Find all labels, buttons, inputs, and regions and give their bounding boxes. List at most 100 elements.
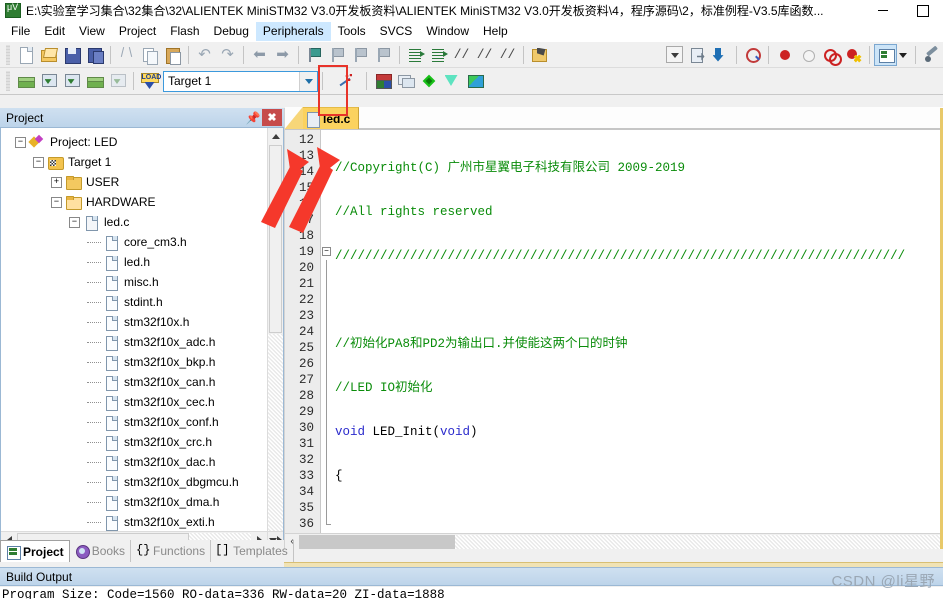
tree-item-stm32f10x-adc-h[interactable]: stm32f10x_adc.h [1, 332, 283, 352]
uncomment-button[interactable]: // [473, 44, 496, 66]
tree-expander[interactable]: + [51, 176, 62, 188]
configure-target-button[interactable] [686, 44, 709, 66]
tree-item-stm32f10x-dma-h[interactable]: stm32f10x_dma.h [1, 492, 283, 512]
new-file-button[interactable] [14, 44, 37, 66]
indent-button[interactable] [404, 44, 427, 66]
fold-toggle[interactable]: − [321, 244, 335, 260]
menu-file[interactable]: File [4, 22, 37, 41]
code-fold-column[interactable]: − [321, 130, 335, 533]
batch-build-button[interactable] [83, 70, 106, 92]
tree-item-core-cm3-h[interactable]: core_cm3.h [1, 232, 283, 252]
code-view[interactable]: 12 13 14 15 16 17 18 19 20 21 22 23 24 2… [285, 130, 943, 533]
project-tree[interactable]: − Project: LED − Target 1 + USER − HARDW… [0, 128, 284, 549]
copy-button[interactable] [138, 44, 161, 66]
redo-button[interactable]: ↷ [216, 44, 239, 66]
debug-session-button[interactable] [371, 70, 394, 92]
scrollbar-track[interactable] [455, 534, 943, 549]
tree-expander[interactable]: − [15, 136, 26, 148]
debug-restore-button[interactable] [463, 70, 486, 92]
find-in-files-button[interactable] [741, 44, 764, 66]
tab-templates[interactable]: [] Templates [211, 540, 294, 562]
bookmark-file-button[interactable] [528, 44, 551, 66]
open-file-button[interactable] [37, 44, 60, 66]
previous-bookmark-button[interactable] [326, 44, 349, 66]
manage-components-button[interactable] [874, 43, 897, 66]
disable-breakpoint-button[interactable] [796, 44, 819, 66]
manage-components-dropdown[interactable] [897, 44, 911, 66]
tree-item-project-led[interactable]: − Project: LED [1, 132, 283, 152]
tree-item-led-h[interactable]: led.h [1, 252, 283, 272]
tree-item-stdint-h[interactable]: stdint.h [1, 292, 283, 312]
start-debug-button[interactable] [417, 70, 440, 92]
configuration-wizard-button[interactable] [920, 44, 943, 66]
menu-svcs[interactable]: SVCS [373, 22, 420, 41]
minimize-button[interactable] [863, 0, 903, 22]
pin-icon[interactable]: 📌 [244, 109, 262, 127]
options-for-target-button[interactable] [333, 70, 356, 92]
navigate-backward-button[interactable]: ⬅ [248, 44, 271, 66]
download-button[interactable] [709, 44, 732, 66]
close-icon[interactable]: ✖ [262, 109, 282, 126]
code-text[interactable]: //Copyright(C) 广州市星翼电子科技有限公司 2009-2019 /… [335, 130, 943, 533]
tree-item-stm32f10x-conf-h[interactable]: stm32f10x_conf.h [1, 412, 283, 432]
tree-expander[interactable]: − [69, 216, 80, 228]
editor-horizontal-scrollbar[interactable]: ‹ [285, 533, 943, 549]
menu-help[interactable]: Help [476, 22, 515, 41]
toolbar-grip-icon[interactable] [6, 71, 10, 91]
build-button[interactable] [37, 70, 60, 92]
clear-bookmarks-button[interactable] [372, 44, 395, 66]
tree-item-stm32f10x-dbgmcu-h[interactable]: stm32f10x_dbgmcu.h [1, 472, 283, 492]
toolbar-dropdown-button[interactable] [663, 44, 686, 66]
navigate-forward-button[interactable]: ➡ [271, 44, 294, 66]
tab-led-c[interactable]: led.c [303, 107, 360, 129]
load-button[interactable]: LOAD [138, 70, 161, 92]
target-select[interactable]: Target 1 [163, 70, 318, 92]
menu-flash[interactable]: Flash [163, 22, 206, 41]
menu-debug[interactable]: Debug [207, 22, 256, 41]
toolbar-grip-icon[interactable] [6, 44, 10, 65]
menu-tools[interactable]: Tools [331, 22, 373, 41]
chevron-down-icon[interactable] [299, 71, 317, 91]
manage-windows-button[interactable] [394, 70, 417, 92]
menu-peripherals[interactable]: Peripherals [255, 22, 331, 41]
tree-expander[interactable]: − [33, 156, 44, 168]
clear-all-bookmarks-button[interactable]: // [496, 44, 519, 66]
outdent-button[interactable] [427, 44, 450, 66]
scroll-up-icon[interactable] [268, 128, 283, 144]
menu-edit[interactable]: Edit [37, 22, 72, 41]
disable-all-breakpoints-button[interactable] [819, 44, 842, 66]
stop-debug-button[interactable] [440, 70, 463, 92]
menu-project[interactable]: Project [112, 22, 163, 41]
menu-window[interactable]: Window [419, 22, 476, 41]
tree-item-user[interactable]: + USER [1, 172, 283, 192]
next-bookmark-button[interactable] [349, 44, 372, 66]
tree-item-misc-h[interactable]: misc.h [1, 272, 283, 292]
tree-item-hardware[interactable]: − HARDWARE [1, 192, 283, 212]
undo-button[interactable]: ↶ [193, 44, 216, 66]
tree-item-stm32f10x-cec-h[interactable]: stm32f10x_cec.h [1, 392, 283, 412]
maximize-button[interactable] [903, 0, 943, 22]
scrollbar-track[interactable] [268, 334, 283, 532]
tree-item-stm32f10x-exti-h[interactable]: stm32f10x_exti.h [1, 512, 283, 532]
save-all-button[interactable] [83, 44, 106, 66]
tree-item-stm32f10x-bkp-h[interactable]: stm32f10x_bkp.h [1, 352, 283, 372]
scrollbar-thumb[interactable] [269, 145, 282, 333]
project-tree-vertical-scrollbar[interactable] [267, 128, 283, 548]
tree-item-stm32f10x-can-h[interactable]: stm32f10x_can.h [1, 372, 283, 392]
tree-item-target-1[interactable]: − Target 1 [1, 152, 283, 172]
tree-item-stm32f10x-h[interactable]: stm32f10x.h [1, 312, 283, 332]
rebuild-button[interactable] [60, 70, 83, 92]
save-button[interactable] [60, 44, 83, 66]
menu-view[interactable]: View [72, 22, 112, 41]
stop-build-button[interactable] [106, 70, 129, 92]
tab-functions[interactable]: {} Functions [131, 540, 212, 562]
cut-button[interactable] [115, 44, 138, 66]
tree-item-stm32f10x-dac-h[interactable]: stm32f10x_dac.h [1, 452, 283, 472]
translate-button[interactable] [14, 70, 37, 92]
scrollbar-thumb[interactable] [299, 534, 455, 549]
kill-all-breakpoints-button[interactable] [842, 44, 865, 66]
tree-expander[interactable]: − [51, 196, 62, 208]
tab-project[interactable]: Project [0, 540, 70, 562]
comment-button[interactable]: // [450, 44, 473, 66]
insert-breakpoint-button[interactable] [773, 44, 796, 66]
